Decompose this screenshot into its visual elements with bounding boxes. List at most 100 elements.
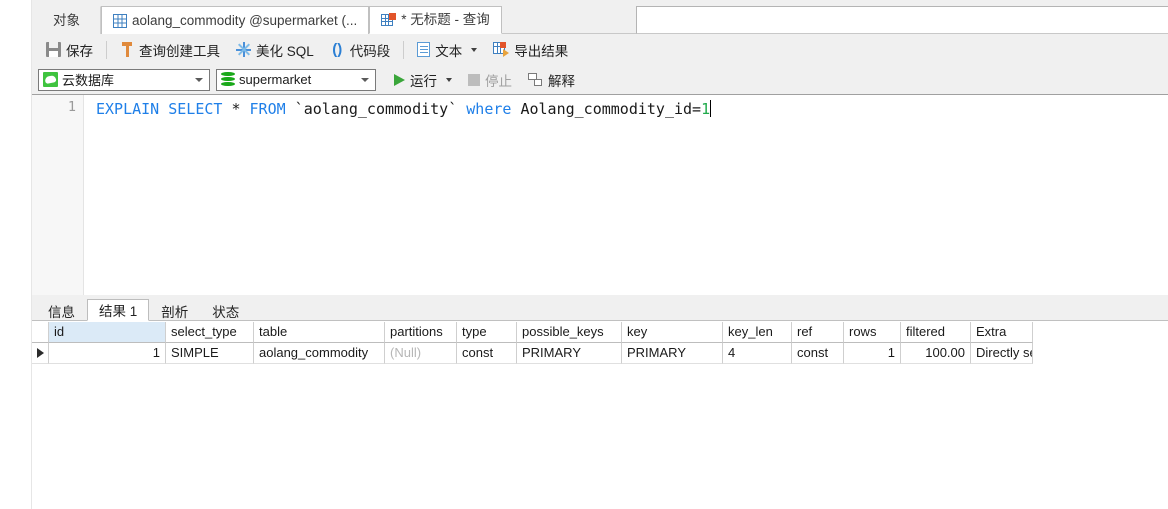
result-grid[interactable]: id select_type table partitions type possible… [32,322,1168,364]
column-header-possible_keys[interactable]: possible_keys [517,322,622,343]
run-button[interactable]: 运行 [386,67,460,92]
text-view-label: 文本 [435,43,463,59]
cell-table[interactable]: aolang_commodity [254,343,385,364]
sql-token-where: where [466,100,512,118]
sql-token-explain: EXPLAIN [96,100,160,118]
cell-select_type[interactable]: SIMPLE [166,343,254,364]
cell-filtered[interactable]: 100.00 [901,343,971,364]
sql-token-from: FROM [249,100,286,118]
cell-partitions[interactable]: (Null) [385,343,457,364]
column-header-id[interactable]: id [49,322,166,343]
save-button[interactable]: 保存 [38,37,101,62]
toolbar-separator-1 [106,40,107,59]
chevron-down-icon[interactable] [471,47,478,52]
sql-token-space-1 [159,100,168,118]
tab-bar: 对象 aolang_commodity @supermarket (... * … [32,0,1168,34]
save-icon [46,42,61,57]
stop-button-label: 停止 [485,73,512,89]
result-tab-status-label: 状态 [212,304,240,320]
result-tab-info-label: 信息 [48,304,75,320]
result-grid-empty-area [32,364,1168,509]
beautify-sql-icon [236,42,251,57]
line-number-1: 1 [67,99,76,115]
header-row-marker [32,322,49,343]
query-builder-icon [120,42,134,57]
column-header-rows[interactable]: rows [844,322,901,343]
cell-id[interactable]: 1 [49,343,166,364]
sql-token-select: SELECT [168,100,223,118]
sql-token-table: `aolang_commodity` [285,100,467,118]
cell-key_len[interactable]: 4 [723,343,792,364]
run-button-label: 运行 [410,73,437,89]
cell-rows[interactable]: 1 [844,343,901,364]
column-header-extra[interactable]: Extra [971,322,1033,343]
connection-select-chevron[interactable] [191,70,207,90]
run-chevron-down-icon[interactable] [446,77,452,82]
database-icon [221,72,235,87]
column-header-partitions[interactable]: partitions [385,322,457,343]
result-grid-body[interactable]: 1 SIMPLE aolang_commodity (Null) const PRIMAR… [32,343,1168,364]
database-select[interactable]: supermarket [216,68,376,91]
database-select-value: supermarket [239,72,312,87]
stop-button: 停止 [460,67,520,92]
export-result-icon [493,42,510,57]
text-caret [710,100,712,117]
cell-key[interactable]: PRIMARY [622,343,723,364]
table-grid-icon [113,13,127,28]
column-header-table[interactable]: table [254,322,385,343]
sql-token-star: * [222,100,250,118]
column-header-select_type[interactable]: select_type [166,322,254,343]
tab-untitled-query-label: * 无标题 - 查询 [401,12,490,28]
editor-gutter: 1 [32,95,84,295]
beautify-sql-button[interactable]: 美化 SQL [228,37,322,62]
column-header-filtered[interactable]: filtered [901,322,971,343]
sql-editor[interactable]: 1 EXPLAIN SELECT * FROM `aolang_commodit… [32,95,1168,295]
stop-icon [468,73,480,86]
tab-object-label: 对象 [53,12,80,28]
tab-untitled-query[interactable]: * 无标题 - 查询 [369,6,502,34]
result-tab-info[interactable]: 信息 [36,299,87,321]
result-grid-header: id select_type table partitions type possible… [32,322,1168,343]
column-header-key_len[interactable]: key_len [723,322,792,343]
save-button-label: 保存 [66,43,93,59]
database-select-chevron[interactable] [357,70,373,90]
result-tab-result-1[interactable]: 结果 1 [87,299,150,321]
column-header-ref[interactable]: ref [792,322,844,343]
result-tab-status[interactable]: 状态 [200,299,251,321]
results-pane: 信息 结果 1 剖析 状态 id select_type table partitio… [32,295,1168,509]
query-builder-button[interactable]: 查询创建工具 [112,37,228,62]
result-tab-result-1-label: 结果 1 [99,304,138,319]
connection-select-value: 云数据库 [62,73,115,88]
code-snippet-icon: () [332,41,343,58]
connection-toolbar: 云数据库 supermarket 运行 停止 解释 [32,65,1168,95]
code-snippet-button[interactable]: () 代码段 [322,37,399,62]
cell-possible_keys[interactable]: PRIMARY [517,343,622,364]
query-builder-label: 查询创建工具 [139,43,220,59]
document-icon [417,42,431,57]
text-view-button[interactable]: 文本 [409,37,485,62]
export-result-button[interactable]: 导出结果 [485,37,576,62]
explain-icon [528,72,543,87]
main-toolbar: 保存 查询创建工具 美化 SQL () 代码段 文本 导出结果 [32,34,1168,65]
play-icon [394,73,405,86]
current-row-arrow-icon [32,343,49,364]
explain-button-label: 解释 [548,73,575,89]
query-tab-icon [381,13,397,27]
sql-token-value: 1 [701,100,711,118]
explain-button[interactable]: 解释 [520,67,583,92]
tab-aolang-commodity-label: aolang_commodity @supermarket (... [132,12,358,28]
cell-extra[interactable]: Directly se [971,343,1033,364]
cell-ref[interactable]: const [792,343,844,364]
result-tab-profile-label: 剖析 [161,304,189,320]
table-row[interactable]: 1 SIMPLE aolang_commodity (Null) const PRIMAR… [32,343,1168,364]
left-panel-edge [0,0,32,509]
cell-type[interactable]: const [457,343,517,364]
tab-aolang-commodity[interactable]: aolang_commodity @supermarket (... [101,6,370,34]
connection-select[interactable]: 云数据库 [38,68,210,91]
column-header-type[interactable]: type [457,322,517,343]
result-tab-profile[interactable]: 剖析 [149,299,200,321]
export-result-label: 导出结果 [514,43,569,59]
column-header-key[interactable]: key [622,322,723,343]
tab-object-panel[interactable]: 对象 [32,6,101,34]
sql-code-text[interactable]: EXPLAIN SELECT * FROM `aolang_commodity`… [96,99,712,120]
